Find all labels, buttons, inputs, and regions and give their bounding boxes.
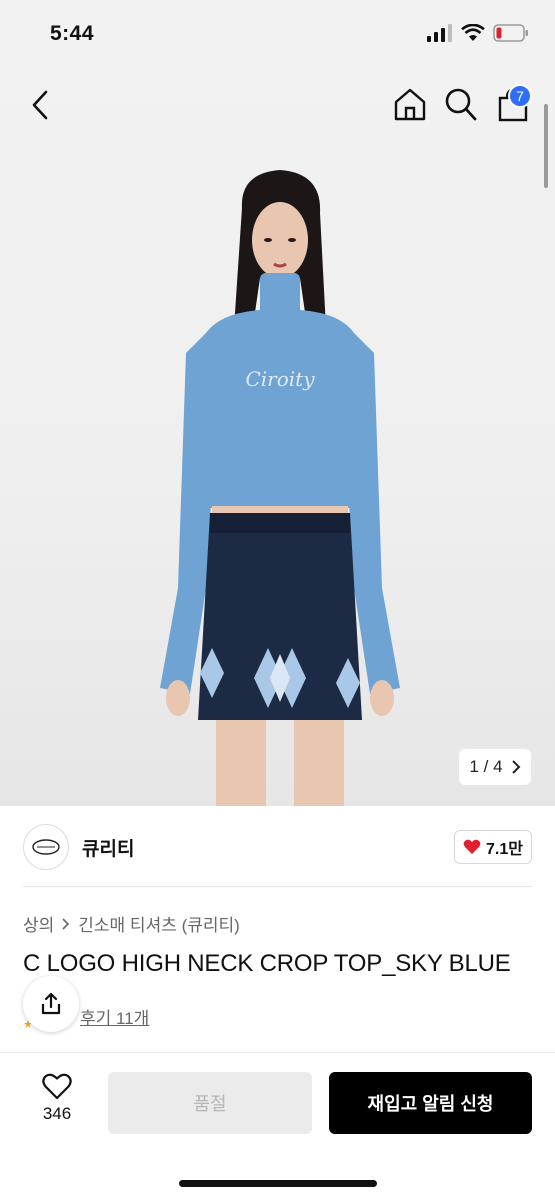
wifi-icon — [461, 24, 485, 41]
image-page-indicator[interactable]: 1 / 4 — [459, 749, 531, 785]
page-separator: / — [483, 757, 489, 776]
breadcrumb-item-subcategory[interactable]: 긴소매 티셔츠 (큐리티) — [78, 911, 240, 936]
breadcrumb: 상의 긴소매 티셔츠 (큐리티) — [23, 911, 240, 936]
restock-alert-button[interactable]: 재입고 알림 신청 — [329, 1072, 532, 1134]
brand-row: 큐리티 7.1만 — [0, 806, 555, 886]
brand-logo[interactable] — [23, 824, 69, 870]
chevron-right-icon — [62, 917, 70, 930]
heart-outline-icon — [42, 1073, 72, 1100]
share-button[interactable] — [23, 976, 79, 1032]
section-divider — [23, 886, 532, 887]
product-title: C LOGO HIGH NECK CROP TOP_SKY BLUE — [23, 950, 511, 977]
brand-like-count: 7.1만 — [486, 841, 523, 858]
svg-text:Ciroity: Ciroity — [245, 367, 315, 391]
status-time: 5:44 — [50, 22, 95, 45]
search-icon[interactable] — [444, 86, 478, 122]
brand-logo-icon — [32, 839, 60, 855]
bottom-bar-divider — [0, 1052, 555, 1053]
page-total: 4 — [493, 757, 503, 776]
home-indicator[interactable] — [179, 1180, 377, 1187]
scrollbar[interactable] — [544, 104, 548, 188]
product-photo: Ciroity — [160, 170, 400, 806]
brand-like-button[interactable]: 7.1만 — [454, 830, 532, 864]
top-nav-bar — [0, 70, 555, 140]
heart-filled-icon — [463, 839, 481, 854]
status-icons — [427, 24, 529, 42]
share-icon — [41, 992, 61, 1015]
breadcrumb-item-category[interactable]: 상의 — [23, 911, 54, 936]
page-current: 1 — [469, 757, 479, 776]
chevron-right-icon — [511, 760, 520, 774]
wishlist-button[interactable]: 346 — [30, 1073, 84, 1133]
signal-icon — [427, 24, 452, 42]
status-bar: 5:44 — [0, 0, 555, 70]
home-icon[interactable] — [392, 86, 428, 122]
back-arrow-icon[interactable] — [26, 88, 56, 122]
wishlist-count: 346 — [42, 1104, 72, 1123]
brand-name[interactable]: 큐리티 — [82, 834, 134, 861]
cart-count-badge: 7 — [508, 84, 532, 108]
battery-icon — [493, 24, 528, 42]
review-count-link[interactable]: 후기 11개 — [80, 1004, 149, 1029]
soldout-button: 품절 — [108, 1072, 312, 1134]
